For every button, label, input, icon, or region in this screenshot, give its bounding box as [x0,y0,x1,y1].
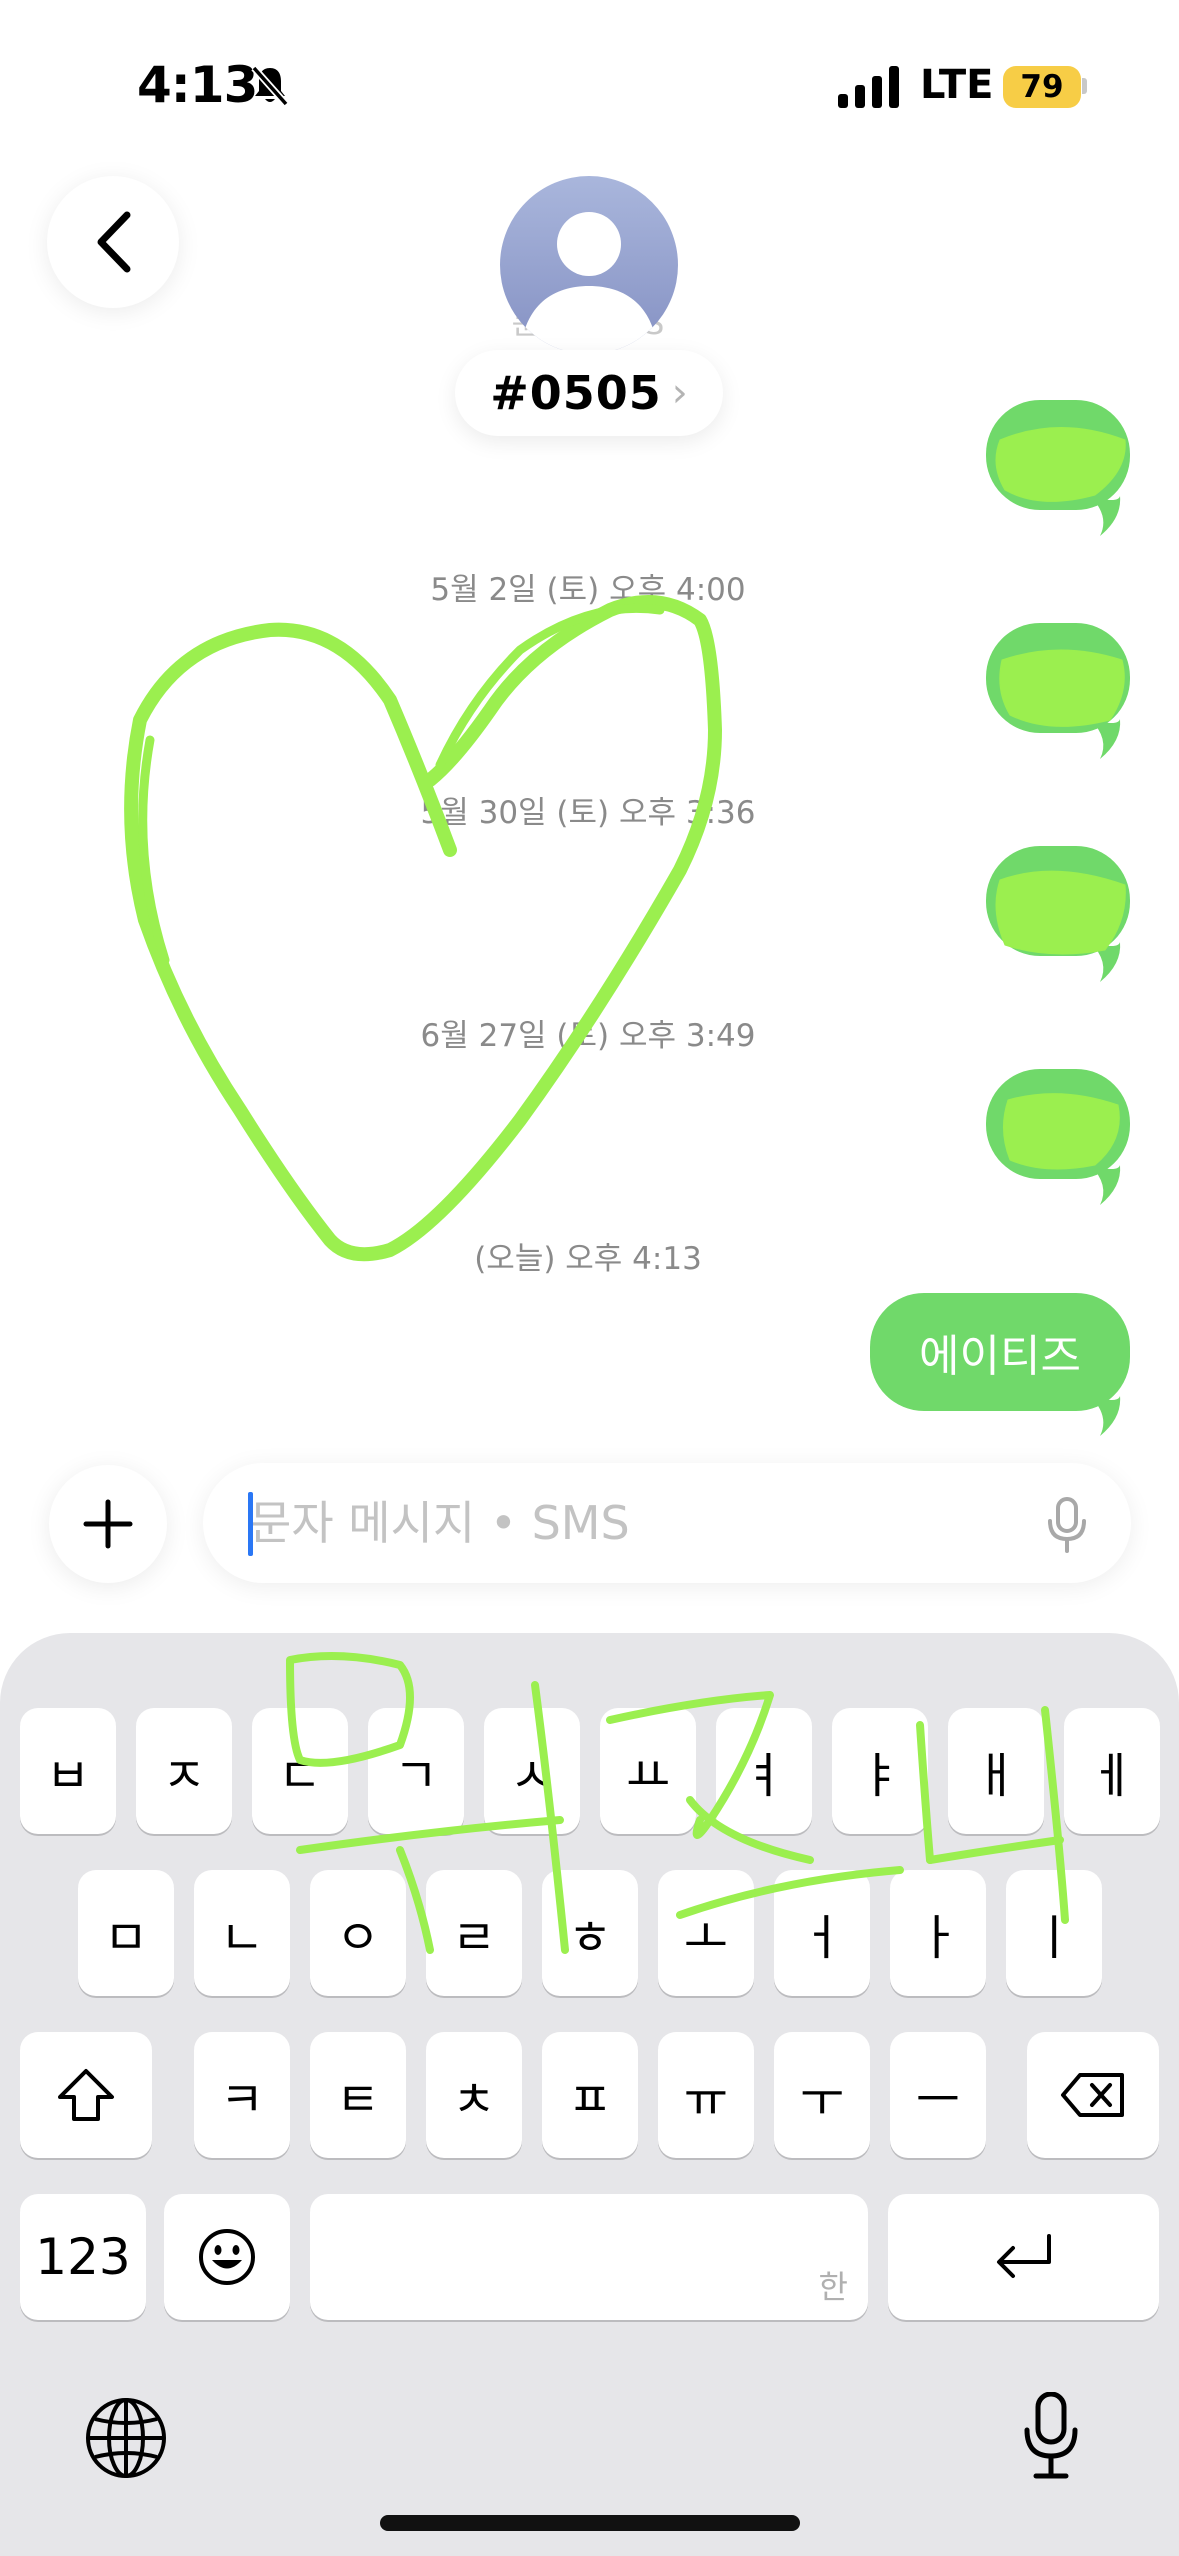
plus-icon [83,1499,133,1549]
key-hangul[interactable]: ㅂ [20,1708,116,1834]
message-bubble[interactable] [986,846,1130,956]
emoji-key[interactable] [164,2194,290,2320]
key-hangul[interactable]: ㅛ [600,1708,696,1834]
battery-level: 79 [1003,66,1081,108]
key-hangul[interactable]: ㅈ [136,1708,232,1834]
timestamp: 5월 2일 (토) 오후 4:00 [430,572,746,608]
space-key[interactable]: 한 [310,2194,868,2320]
signal-icon [838,66,899,108]
key-hangul[interactable]: ㅁ [78,1870,174,1996]
message-bubble[interactable] [986,623,1130,733]
back-chevron-icon [97,211,131,273]
plus-button[interactable] [49,1465,167,1583]
emoji-icon [199,2229,255,2285]
message-bubble[interactable] [986,1069,1130,1179]
key-hangul[interactable]: ㄹ [426,1870,522,1996]
bubble-scribbles [995,427,1126,1170]
globe-icon[interactable] [83,2395,169,2481]
key-hangul[interactable]: ㅗ [658,1870,754,1996]
key-hangul[interactable]: ㅓ [774,1870,870,1996]
key-hangul[interactable]: ㅑ [832,1708,928,1834]
bubble-tail [1090,719,1121,759]
bubble-tail [1090,1165,1121,1205]
network-type: LTE [920,62,994,108]
shift-key[interactable] [20,2032,152,2158]
key-hangul[interactable]: ㅋ [194,2032,290,2158]
return-key[interactable] [888,2194,1159,2320]
shift-icon [58,2069,114,2121]
backspace-key[interactable] [1027,2032,1159,2158]
bell-slash-icon [251,65,289,107]
home-indicator [380,2515,800,2531]
timestamp: 5월 30일 (토) 오후 3:36 [420,795,756,831]
bubble-tail [1090,496,1121,536]
status-time: 4:13 [137,56,258,114]
key-hangul[interactable]: ㅌ [310,2032,406,2158]
battery-cap [1082,78,1087,94]
return-icon [996,2234,1051,2278]
timestamp: 6월 27일 (토) 오후 3:49 [420,1018,756,1054]
text-caret [248,1492,253,1556]
message-bubble[interactable]: 에이티즈 [870,1293,1130,1411]
key-hangul[interactable]: ㅕ [716,1708,812,1834]
key-hangul[interactable]: ㅍ [542,2032,638,2158]
key-hangul[interactable]: ㄷ [252,1708,348,1834]
backspace-icon [1061,2073,1124,2117]
contact-pill[interactable]: #0505 › [455,350,723,436]
contact-name: #0505 [490,366,662,420]
key-hangul[interactable]: ㅣ [1006,1870,1102,1996]
key-hangul[interactable]: ㄱ [368,1708,464,1834]
key-hangul[interactable]: ㅔ [1064,1708,1160,1834]
key-hangul[interactable]: ㄴ [194,1870,290,1996]
key-hangul[interactable]: ㅐ [948,1708,1044,1834]
avatar[interactable] [500,176,678,354]
bubble-tail [1090,1396,1121,1436]
keyboard-microphone-icon[interactable] [1022,2392,1080,2480]
key-hangul[interactable]: ㅠ [658,2032,754,2158]
space-hint: 한 [818,2268,848,2306]
heart-drawing [124,595,722,1262]
message-bubble[interactable] [986,400,1130,510]
microphone-icon[interactable] [1046,1497,1088,1553]
key-hangul[interactable]: ㅎ [542,1870,638,1996]
bubble-tail [1090,942,1121,982]
key-hangul[interactable]: ㅇ [310,1870,406,1996]
key-hangul[interactable]: ㅡ [890,2032,986,2158]
key-hangul[interactable]: ㅏ [890,1870,986,1996]
numbers-key[interactable]: 123 [20,2194,146,2320]
message-input[interactable] [203,1463,1131,1583]
key-hangul[interactable]: ㅅ [484,1708,580,1834]
chevron-right-icon: › [671,370,688,416]
back-button[interactable] [47,176,179,308]
timestamp: (오늘) 오후 4:13 [474,1241,702,1277]
person-icon [520,212,658,354]
key-hangul[interactable]: ㅜ [774,2032,870,2158]
key-hangul[interactable]: ㅊ [426,2032,522,2158]
